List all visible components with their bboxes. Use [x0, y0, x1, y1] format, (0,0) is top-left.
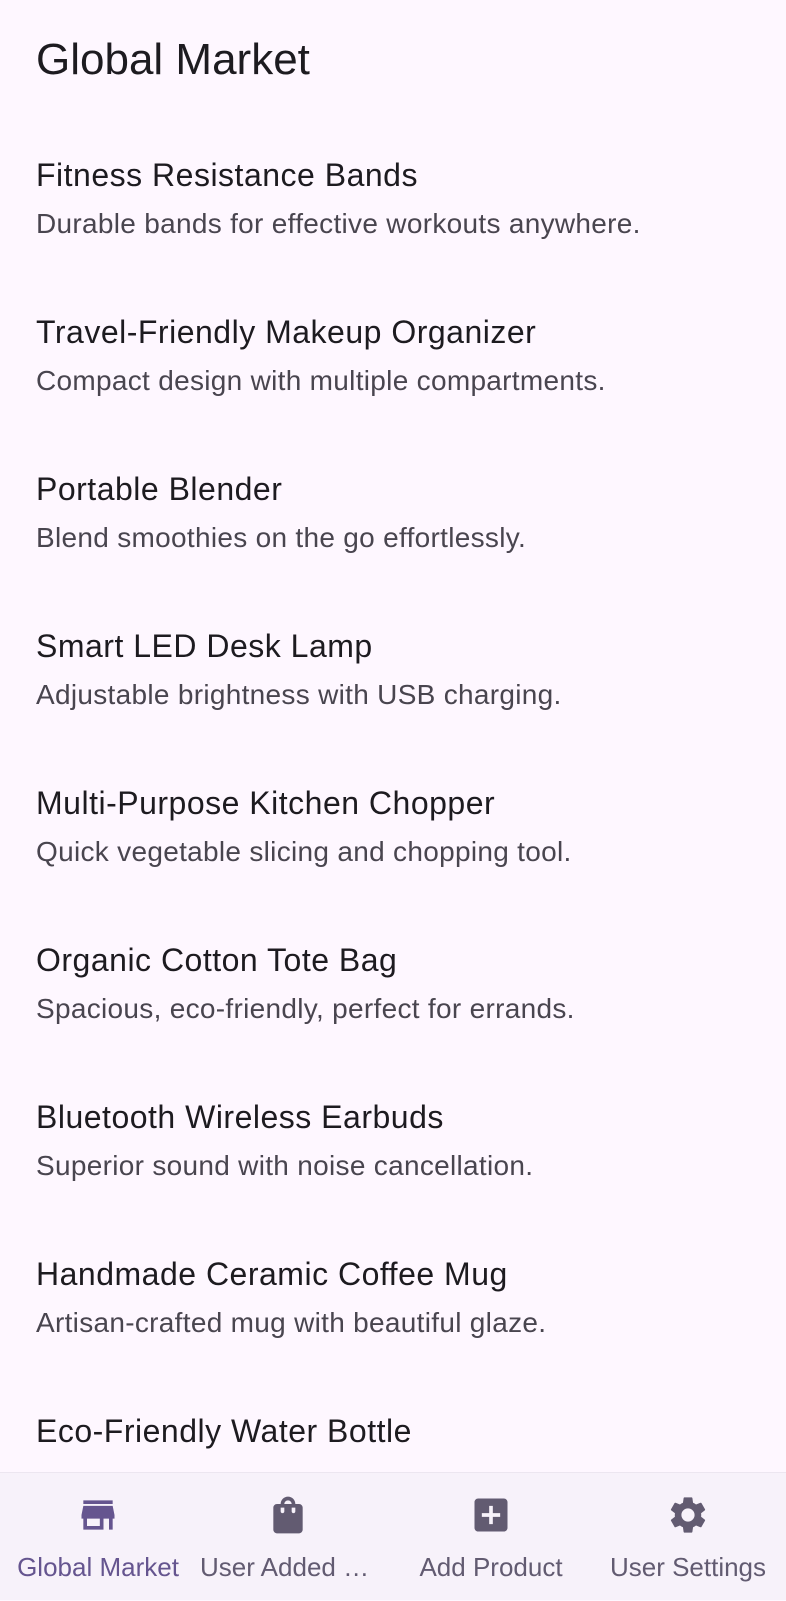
product-description: Superior sound with noise cancellation. — [36, 1150, 534, 1181]
product-name: Portable Blender — [36, 471, 283, 507]
product-name: Fitness Resistance Bands — [36, 157, 418, 193]
product-description: Spacious, eco-friendly, perfect for erra… — [36, 993, 575, 1024]
product-description: Compact design with multiple compartment… — [36, 365, 606, 396]
store-icon — [76, 1493, 120, 1537]
list-item[interactable]: Portable Blender Blend smoothies on the … — [0, 444, 786, 601]
bottom-navigation-bar: Global Market User Added Products Add Pr… — [0, 1472, 786, 1600]
page-title: Global Market — [36, 35, 310, 84]
list-item[interactable]: Handmade Ceramic Coffee Mug Artisan-craf… — [0, 1229, 786, 1386]
nav-item-global-market[interactable]: Global Market — [0, 1473, 196, 1601]
list-item[interactable]: Fitness Resistance Bands Durable bands f… — [0, 130, 786, 287]
nav-item-user-added-products[interactable]: User Added Products — [190, 1473, 386, 1601]
list-item[interactable]: Organic Cotton Tote Bag Spacious, eco-fr… — [0, 915, 786, 1072]
product-description: Quick vegetable slicing and chopping too… — [36, 836, 572, 867]
product-description: Blend smoothies on the go effortlessly. — [36, 522, 527, 553]
product-name: Smart LED Desk Lamp — [36, 628, 373, 664]
product-name: Multi-Purpose Kitchen Chopper — [36, 785, 496, 821]
product-list[interactable]: Fitness Resistance Bands Durable bands f… — [0, 130, 786, 1472]
gear-icon — [666, 1493, 710, 1537]
list-item[interactable]: Multi-Purpose Kitchen Chopper Quick vege… — [0, 758, 786, 915]
nav-label: Add Product — [419, 1552, 563, 1582]
list-item[interactable]: Smart LED Desk Lamp Adjustable brightnes… — [0, 601, 786, 758]
product-name: Bluetooth Wireless Earbuds — [36, 1099, 444, 1135]
product-name: Eco-Friendly Water Bottle — [36, 1413, 412, 1449]
list-item[interactable]: Bluetooth Wireless Earbuds Superior soun… — [0, 1072, 786, 1229]
nav-item-user-settings[interactable]: User Settings — [590, 1473, 786, 1601]
product-description: Artisan-crafted mug with beautiful glaze… — [36, 1307, 547, 1338]
list-item[interactable]: Eco-Friendly Water Bottle — [0, 1386, 786, 1472]
product-name: Travel-Friendly Makeup Organizer — [36, 314, 537, 350]
product-description: Adjustable brightness with USB charging. — [36, 679, 562, 710]
app-bar: Global Market — [0, 0, 786, 120]
product-name: Organic Cotton Tote Bag — [36, 942, 398, 978]
product-description: Durable bands for effective workouts any… — [36, 208, 641, 239]
nav-label: User Added Products — [200, 1552, 376, 1582]
list-item[interactable]: Travel-Friendly Makeup Organizer Compact… — [0, 287, 786, 444]
nav-label: User Settings — [609, 1552, 767, 1582]
nav-item-add-product[interactable]: Add Product — [393, 1473, 589, 1601]
add-box-icon — [469, 1493, 513, 1537]
product-name: Handmade Ceramic Coffee Mug — [36, 1256, 508, 1292]
nav-label: Global Market — [17, 1552, 179, 1582]
shopping-bag-icon — [266, 1493, 310, 1537]
